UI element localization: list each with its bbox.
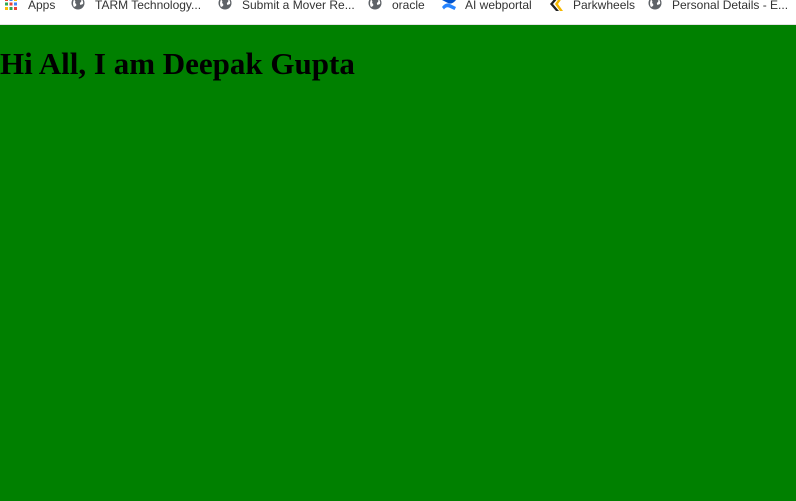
bookmark-personal-details[interactable]: Personal Details - E... [648,0,792,12]
bookmark-label: TARM Technology... [95,0,202,12]
page-heading: Hi All, I am Deepak Gupta [0,46,355,81]
bookmark-label: Parkwheels [573,0,636,12]
bookmark-parkwheels[interactable]: Parkwheels [549,0,639,12]
bookmarks-bar: Apps TARM Technology... Submit a Mover R… [0,0,796,25]
bookmark-tarm-technology[interactable]: TARM Technology... [71,0,205,12]
bookmark-submit-mover[interactable]: Submit a Mover Re... [218,0,359,12]
globe-icon [218,0,232,12]
bookmark-label: Submit a Mover Re... [242,0,355,12]
globe-icon [71,0,85,12]
apps-grid-icon [4,0,18,12]
page-content: Hi All, I am Deepak Gupta [0,25,796,501]
bookmark-label: AI webportal [465,0,532,12]
bookmark-label: Apps [28,0,56,12]
globe-icon [368,0,382,12]
parkwheels-icon [549,0,563,12]
bookmark-oracle[interactable]: oracle [368,0,429,12]
bookmark-apps[interactable]: Apps [4,0,59,12]
bookmark-ai-webportal[interactable]: AI webportal [441,0,536,12]
bookmark-label: oracle [392,0,425,12]
globe-icon [648,0,662,12]
confluence-icon [441,0,456,12]
bookmark-label: Personal Details - E... [672,0,789,12]
